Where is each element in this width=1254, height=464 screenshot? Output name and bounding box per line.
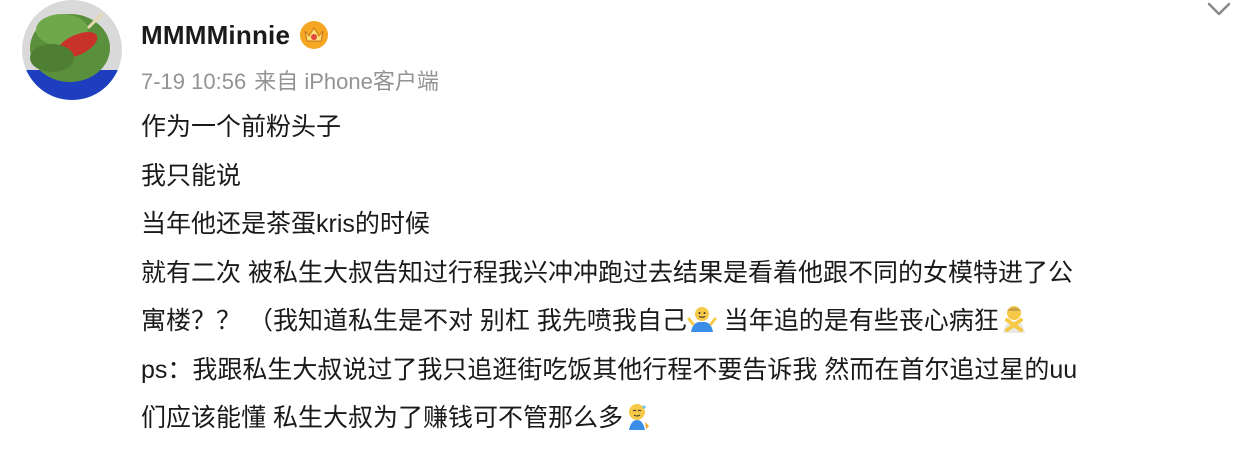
post-time: 7-19 10:56 (141, 69, 247, 94)
post-text-segment: 当年追的是有些丧心病狂 (716, 307, 999, 335)
post-meta: 7-19 10:56 来自 iPhone客户端 (141, 64, 439, 96)
username[interactable]: MMMMinnie (141, 20, 290, 51)
post-text-line: ps：我跟私生大叔说过了我只追逛街吃饭其他行程不要告诉我 然而在首尔追过星的uu (141, 355, 1078, 384)
frog-avatar-icon (22, 0, 122, 100)
no-gesture-emoji-icon (999, 302, 1029, 333)
post-source: 来自 iPhone客户端 (254, 69, 439, 94)
post-text-segment: 寓楼？？ （我知道私生是不对 别杠 我先喷我自己 (141, 307, 687, 335)
post-text-line: 作为一个前粉头子 (141, 113, 342, 141)
post-body: 作为一个前粉头子 我只能说 当年他还是茶蛋kris的时候 就有二次 被私生大叔告… (141, 103, 1221, 443)
post-text-line: 当年他还是茶蛋kris的时候 (141, 210, 430, 238)
post-text-segment: 们应该能懂 私生大叔为了赚钱可不管那么多 (141, 404, 623, 432)
author-row: MMMMinnie (141, 14, 330, 56)
post-text-line: 我只能说 (141, 161, 242, 190)
post-text-line: 就有二次 被私生大叔告知过行程我兴冲冲跑过去结果是看着他跟不同的女模特进了公 (141, 258, 1073, 287)
sweat-smile-emoji-icon (623, 399, 653, 430)
crown-badge-icon[interactable] (298, 19, 330, 51)
shrug-emoji-icon (687, 302, 717, 332)
chevron-down-icon[interactable] (1206, 0, 1232, 20)
post-text-line-with-emoji: 寓楼？？ （我知道私生是不对 别杠 我先喷我自己 当年追的是有些丧心病狂 (141, 297, 1221, 346)
avatar[interactable] (22, 0, 122, 100)
weibo-post: MMMMinnie 7-19 10:56 来自 iPhone客户端 作为一个前粉头… (0, 0, 1254, 464)
post-text-line-with-emoji: 们应该能懂 私生大叔为了赚钱可不管那么多 (141, 394, 1221, 443)
